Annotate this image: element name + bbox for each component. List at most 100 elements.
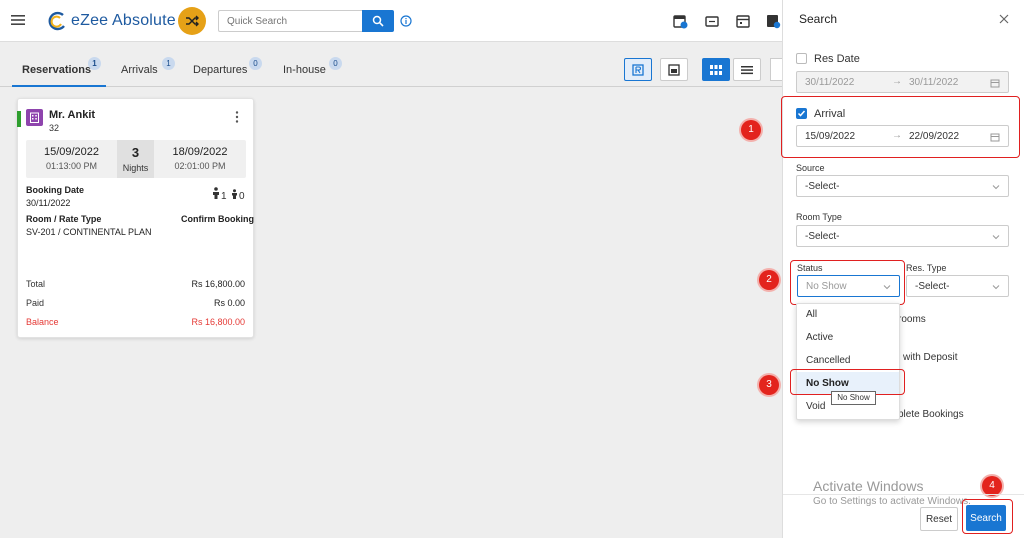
shuffle-icon (186, 15, 199, 27)
checkin-time: 01:13:00 PM (45, 161, 98, 171)
partial-option-text: rooms (898, 314, 926, 325)
calendar-icon[interactable] (735, 13, 751, 29)
tab-in-house[interactable]: In-house 0 (283, 57, 342, 76)
status-option-cancelled[interactable]: Cancelled (806, 355, 850, 366)
res-date-checkbox[interactable] (796, 53, 807, 64)
arrival-to: 22/09/2022 (909, 131, 960, 142)
calendar-icon (990, 79, 1000, 88)
booking-status: Confirm Booking (181, 214, 254, 224)
source-label: Source (796, 163, 825, 173)
partial-option-text: plete Bookings (898, 409, 964, 420)
guest-subtext: 32 (49, 123, 60, 133)
reservation-view-button[interactable] (624, 58, 652, 81)
panel-title: Search (799, 12, 838, 26)
tab-count-badge: 0 (249, 57, 262, 70)
booking-date-value: 30/11/2022 (26, 198, 71, 208)
status-option-all[interactable]: All (806, 309, 817, 320)
paid-label: Paid (26, 298, 45, 308)
tab-reservations[interactable]: Reservations 1 (22, 57, 101, 76)
arrow-right-icon: → (892, 130, 902, 141)
checkmark-icon (797, 110, 806, 117)
checkout-date: 18/09/2022 (172, 146, 228, 158)
tab-count-badge: 1 (162, 57, 175, 70)
room-rate-label: Room / Rate Type (26, 214, 102, 224)
search-button[interactable]: Search (966, 505, 1006, 531)
grid-icon (710, 64, 722, 75)
arrival-range-field[interactable]: 15/09/2022 → 22/09/2022 (796, 125, 1009, 147)
tab-label: Arrivals (121, 64, 158, 76)
room-type-label: Room Type (796, 212, 842, 222)
active-tab-indicator (12, 85, 106, 87)
room-icon (668, 63, 680, 76)
status-bar (17, 111, 21, 127)
paid-value: Rs 0.00 (213, 298, 245, 308)
room-rate-value: SV-201 / CONTINENTAL PLAN (26, 227, 152, 237)
child-count: 0 (239, 191, 245, 202)
option-tooltip: No Show (831, 391, 876, 405)
tab-label: Departures (193, 64, 248, 76)
balance-value: Rs 16,800.00 (191, 317, 245, 327)
checkin-date: 15/09/2022 (43, 146, 100, 158)
res-date-from: 30/11/2022 (805, 77, 855, 88)
arrival-label: Arrival (814, 108, 846, 120)
nights-label: Nights (122, 163, 149, 173)
arrow-right-icon: → (892, 76, 902, 87)
partial-option-text: l with Deposit (898, 352, 958, 363)
step-marker-2: 2 (759, 270, 779, 290)
ticket-icon[interactable] (704, 13, 720, 29)
hamburger-menu-icon[interactable] (10, 12, 26, 28)
status-select[interactable]: No Show (797, 275, 900, 297)
switch-property-button[interactable] (178, 7, 206, 35)
list-view-button[interactable] (733, 58, 761, 81)
logo-swoosh-icon (48, 11, 65, 31)
tab-label: Reservations (22, 64, 92, 76)
more-options-icon[interactable] (234, 110, 240, 124)
res-type-select[interactable]: -Select- (906, 275, 1009, 297)
status-value: No Show (806, 281, 847, 292)
report-icon[interactable] (765, 13, 781, 29)
close-icon[interactable] (999, 14, 1009, 24)
room-type-select[interactable]: -Select- (796, 225, 1009, 247)
windows-activation-watermark-title: Activate Windows (813, 478, 924, 494)
grid-view-button[interactable] (702, 58, 730, 81)
calendar-add-icon[interactable] (672, 13, 688, 29)
tab-departures[interactable]: Departures 0 (193, 57, 262, 76)
arrival-checkbox[interactable] (796, 108, 807, 119)
chevron-down-icon (992, 185, 1000, 190)
res-date-range-field[interactable]: 30/11/2022 → 30/11/2022 (796, 71, 1009, 93)
status-option-void[interactable]: Void (806, 401, 825, 412)
total-label: Total (26, 279, 46, 289)
quick-search-button[interactable] (362, 10, 394, 32)
room-view-button[interactable] (660, 58, 688, 81)
search-icon (372, 15, 384, 27)
res-date-label: Res Date (814, 53, 860, 65)
arrival-from: 15/09/2022 (805, 131, 856, 142)
building-icon (30, 112, 39, 123)
tab-count-badge: 0 (329, 57, 342, 70)
windows-activation-watermark-subtitle: Go to Settings to activate Windows. (813, 496, 971, 507)
info-icon[interactable] (400, 15, 412, 27)
chevron-down-icon (992, 235, 1000, 240)
chevron-down-icon (992, 285, 1000, 290)
tab-count-badge: 1 (88, 57, 101, 70)
guest-avatar (26, 109, 43, 126)
status-option-active[interactable]: Active (806, 332, 833, 343)
adult-icon (212, 187, 220, 199)
guest-name[interactable]: Mr. Ankit (49, 109, 95, 121)
quick-search-input[interactable] (218, 10, 362, 32)
checkout-time: 02:01:00 PM (174, 161, 226, 171)
total-value: Rs 16,800.00 (191, 279, 245, 289)
adult-count: 1 (221, 191, 227, 202)
status-label: Status (797, 263, 823, 273)
source-select[interactable]: -Select- (796, 175, 1009, 197)
reset-button[interactable]: Reset (920, 507, 958, 531)
app-logo: eZee Absolute (46, 9, 176, 33)
res-type-value: -Select- (915, 281, 950, 292)
res-type-label: Res. Type (906, 263, 947, 273)
toolbar-edge (770, 58, 782, 81)
step-marker-1: 1 (741, 120, 761, 140)
step-marker-3: 3 (759, 375, 779, 395)
calendar-icon (990, 133, 1000, 142)
reservation-book-icon (632, 63, 644, 76)
tab-arrivals[interactable]: Arrivals 1 (121, 57, 175, 76)
